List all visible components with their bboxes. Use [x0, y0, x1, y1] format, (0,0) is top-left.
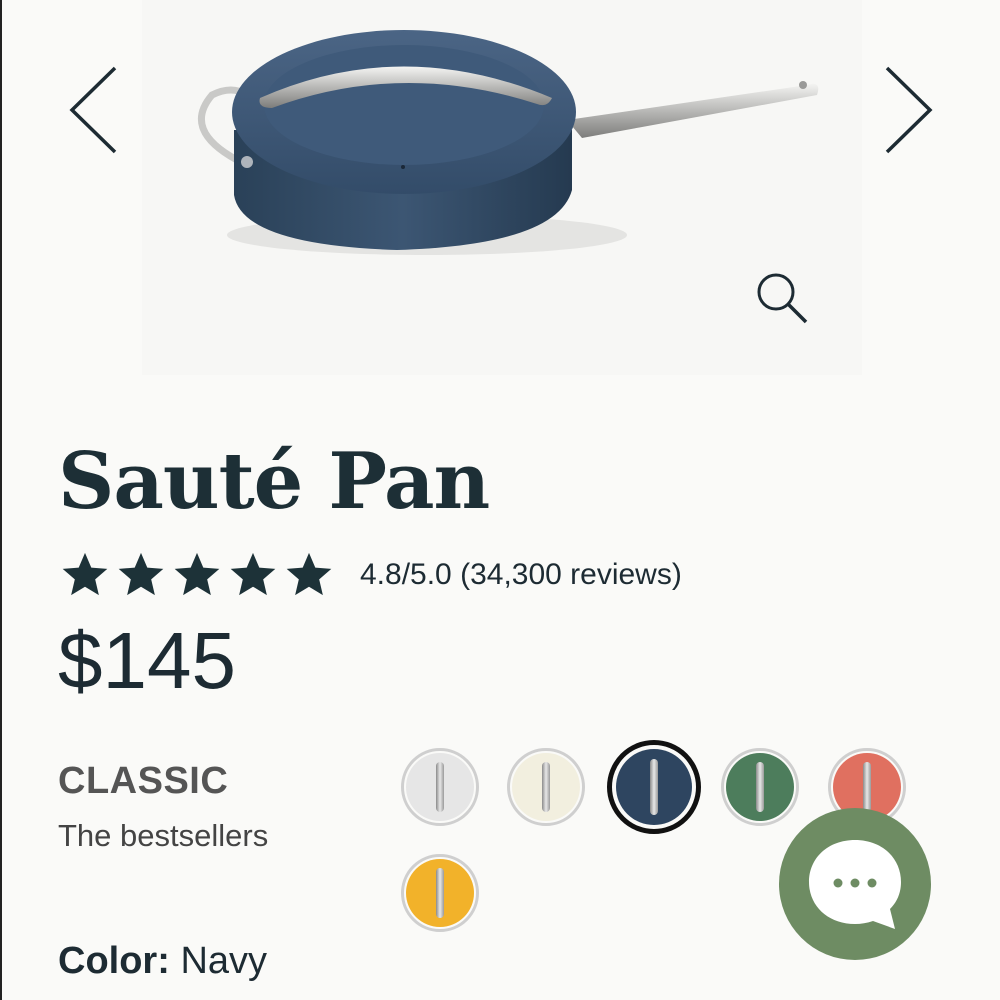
product-image-carousel: [2, 0, 1000, 380]
star-icon: [62, 552, 108, 596]
rating-summary[interactable]: 4.8/5.0 (34,300 reviews): [360, 558, 682, 592]
color-label: Color:: [58, 940, 170, 982]
chevron-right-icon: [885, 66, 933, 154]
selected-color: Color: Navy: [58, 940, 267, 983]
product-rating[interactable]: 4.8/5.0 (34,300 reviews): [58, 549, 682, 601]
handle-icon: [863, 762, 871, 812]
chevron-left-icon: [69, 66, 117, 154]
carousel-next-button[interactable]: [877, 60, 937, 160]
product-page: Sauté Pan 4.8/5.0 (34,300 reviews) $145 …: [0, 0, 1000, 1000]
collection-name: CLASSIC: [58, 760, 229, 802]
color-swatch[interactable]: [507, 748, 585, 826]
handle-icon: [436, 762, 444, 812]
chat-bubble-icon: [809, 840, 901, 929]
color-swatch[interactable]: [401, 748, 479, 826]
collection-subtitle: The bestsellers: [58, 818, 269, 853]
star-icon: [230, 552, 276, 596]
product-title: Sauté Pan: [58, 436, 490, 527]
handle-icon: [436, 868, 444, 918]
star-icon: [286, 552, 332, 596]
handle-icon: [650, 759, 658, 815]
color-swatch[interactable]: [401, 854, 479, 932]
handle-icon: [756, 762, 764, 812]
star-rating: [58, 549, 336, 601]
handle-icon: [542, 762, 550, 812]
carousel-prev-button[interactable]: [60, 60, 120, 160]
chat-button[interactable]: [779, 808, 931, 960]
product-price: $145: [58, 616, 236, 705]
star-icon: [118, 552, 164, 596]
color-value: Navy: [180, 940, 268, 982]
zoom-button[interactable]: [750, 266, 816, 332]
color-swatch[interactable]: [607, 740, 701, 834]
search-icon: [757, 273, 808, 324]
star-icon: [174, 552, 220, 596]
